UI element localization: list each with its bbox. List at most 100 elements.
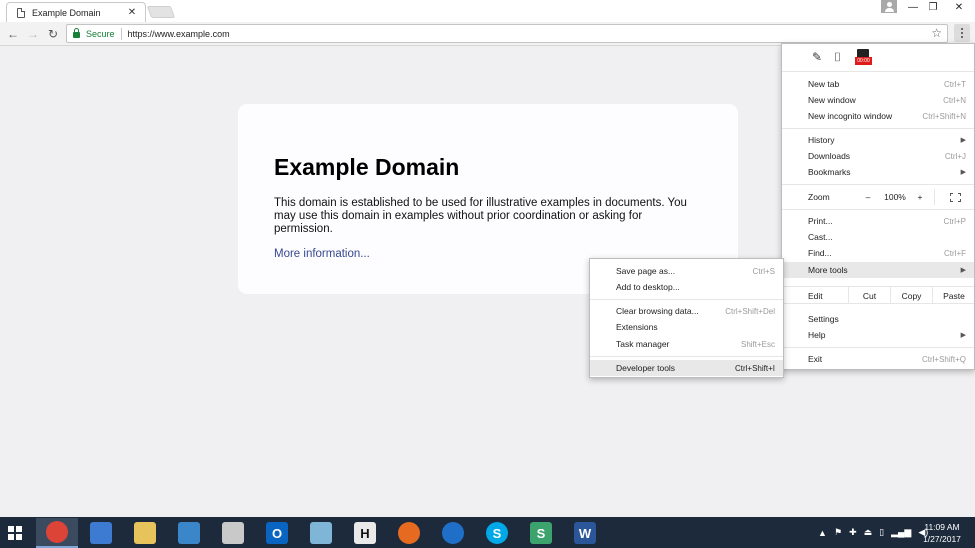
menu-item-find[interactable]: Find... Ctrl+F (782, 245, 974, 261)
edit-label: Edit (808, 291, 823, 301)
submenu-item-developer-tools[interactable]: Developer tools Ctrl+Shift+I (590, 360, 783, 376)
title-bar: Example Domain ✕ — ❐ ✕ (0, 0, 975, 22)
minimize-button[interactable]: — (902, 0, 924, 15)
zoom-row: Zoom – 100% + (782, 189, 974, 205)
bookmark-star-icon[interactable]: ☆ (931, 26, 942, 40)
submenu-item-add-to-desktop[interactable]: Add to desktop... (590, 279, 783, 295)
page-description: This domain is established to be used fo… (274, 197, 687, 235)
word-icon: W (574, 522, 596, 544)
zoom-out-button[interactable]: – (858, 189, 878, 205)
paste-button[interactable]: Paste (932, 287, 975, 304)
fullscreen-icon (950, 192, 961, 202)
taskbar-clock[interactable]: 11:09 AM 1/27/2017 (912, 521, 972, 545)
lock-icon (73, 28, 80, 38)
edit-row: Edit Cut Copy Paste (782, 286, 974, 304)
start-windows-icon[interactable] (8, 526, 22, 540)
network-app-icon[interactable]: ✚ (849, 527, 857, 538)
menu-divider (782, 128, 974, 129)
secure-label: Secure (86, 28, 115, 39)
taskbar-app-chrome[interactable] (36, 518, 78, 548)
zoom-in-button[interactable]: + (910, 189, 930, 205)
tray-overflow-icon[interactable]: ▲ (818, 517, 827, 548)
submenu-item-clear-browsing-data[interactable]: Clear browsing data... Ctrl+Shift+Del (590, 303, 783, 319)
zoom-label: Zoom (808, 192, 830, 202)
snipping-tool-icon (222, 522, 244, 544)
tab-close-icon[interactable]: ✕ (127, 7, 137, 18)
slack-icon: S (530, 522, 552, 544)
windows-taskbar: OHSSW ▲ ⚑ ✚ ⏏ ▯ ▂▄▆ ◀) 11:09 AM 1/27/201… (0, 517, 975, 548)
menu-divider (782, 209, 974, 210)
tab-example-domain[interactable]: Example Domain ✕ (6, 2, 146, 22)
taskbar-app-firefox[interactable] (388, 518, 430, 548)
menu-divider (590, 356, 783, 357)
flag-icon[interactable]: ⚑ (834, 527, 842, 538)
copy-button[interactable]: Copy (890, 287, 932, 304)
wifi-icon[interactable]: ▂▄▆ (891, 527, 911, 538)
taskbar-app-file-explorer[interactable] (124, 518, 166, 548)
edge-icon (442, 522, 464, 544)
taskbar-app-remote-desktop[interactable] (168, 518, 210, 548)
menu-item-downloads[interactable]: Downloads Ctrl+J (782, 148, 974, 164)
recorder-extension-icon[interactable]: 00:00 (855, 49, 872, 66)
fullscreen-button[interactable] (934, 189, 975, 205)
menu-item-new-incognito[interactable]: New incognito window Ctrl+Shift+N (782, 108, 974, 124)
pin-extension-icon[interactable]: ✎ (812, 50, 822, 64)
taskbar-app-edge[interactable] (432, 518, 474, 548)
menu-item-history[interactable]: History ▶ (782, 132, 974, 148)
menu-item-more-tools[interactable]: More tools ▶ (782, 262, 974, 278)
submenu-item-save-page[interactable]: Save page as... Ctrl+S (590, 263, 783, 279)
new-tab-button[interactable] (146, 6, 176, 18)
close-button[interactable]: ✕ (948, 0, 970, 15)
taskbar-app-outlook[interactable]: O (256, 518, 298, 548)
chrome-icon (46, 521, 68, 543)
address-bar[interactable]: Secure https://www.example.com ☆ (66, 24, 948, 43)
menu-item-bookmarks[interactable]: Bookmarks ▶ (782, 164, 974, 180)
file-explorer-icon (134, 522, 156, 544)
menu-item-help[interactable]: Help ▶ (782, 327, 974, 343)
taskbar-app-word[interactable]: W (564, 518, 606, 548)
submenu-item-extensions[interactable]: Extensions (590, 319, 783, 335)
menu-item-print[interactable]: Print... Ctrl+P (782, 213, 974, 229)
reload-icon[interactable]: ↻ (45, 26, 61, 42)
notepad-icon (310, 522, 332, 544)
submenu-item-task-manager[interactable]: Task manager Shift+Esc (590, 336, 783, 352)
outlook-icon: O (266, 522, 288, 544)
menu-item-exit[interactable]: Exit Ctrl+Shift+Q (782, 351, 974, 367)
remote-desktop-icon (178, 522, 200, 544)
chrome-menu-button[interactable] (954, 24, 970, 42)
menu-divider (782, 347, 974, 348)
menu-item-settings[interactable]: Settings (782, 311, 974, 327)
taskbar-app-snipping-tool[interactable] (212, 518, 254, 548)
camera-extension-icon[interactable]: ⌷ (834, 50, 841, 65)
more-information-link[interactable]: More information... (274, 248, 370, 260)
restore-button[interactable]: ❐ (922, 0, 944, 15)
taskbar-app-control-panel[interactable] (80, 518, 122, 548)
extensions-row: ✎ ⌷ 00:00 (782, 44, 974, 72)
firefox-icon (398, 522, 420, 544)
taskbar-app-skype[interactable]: S (476, 518, 518, 548)
back-arrow-icon[interactable]: ← (5, 26, 21, 42)
menu-divider (590, 299, 783, 300)
submenu-arrow-icon: ▶ (960, 169, 966, 176)
menu-item-new-window[interactable]: New window Ctrl+N (782, 92, 974, 108)
taskbar-app-notepad[interactable] (300, 518, 342, 548)
cut-button[interactable]: Cut (848, 287, 890, 304)
chrome-main-menu: ✎ ⌷ 00:00 New tab Ctrl+T New window Ctrl+N… (781, 43, 975, 370)
submenu-arrow-icon: ▶ (960, 137, 966, 144)
control-panel-icon (90, 522, 112, 544)
forward-arrow-icon[interactable]: → (25, 26, 41, 42)
more-tools-submenu: Save page as... Ctrl+S Add to desktop... … (589, 258, 784, 378)
taskbar-app-slack[interactable]: S (520, 518, 562, 548)
skype-icon: S (486, 522, 508, 544)
menu-item-new-tab[interactable]: New tab Ctrl+T (782, 76, 974, 92)
submenu-arrow-icon: ▶ (960, 332, 966, 339)
menu-item-cast[interactable]: Cast... (782, 229, 974, 245)
h-app-icon: H (354, 522, 376, 544)
page-title: Example Domain (274, 154, 460, 180)
phone-icon[interactable]: ▯ (879, 527, 884, 538)
usb-icon[interactable]: ⏏ (864, 527, 873, 538)
profile-icon[interactable] (881, 0, 897, 13)
taskbar-app-h-app[interactable]: H (344, 518, 386, 548)
url-text[interactable]: https://www.example.com (128, 29, 230, 39)
document-icon (17, 7, 25, 18)
